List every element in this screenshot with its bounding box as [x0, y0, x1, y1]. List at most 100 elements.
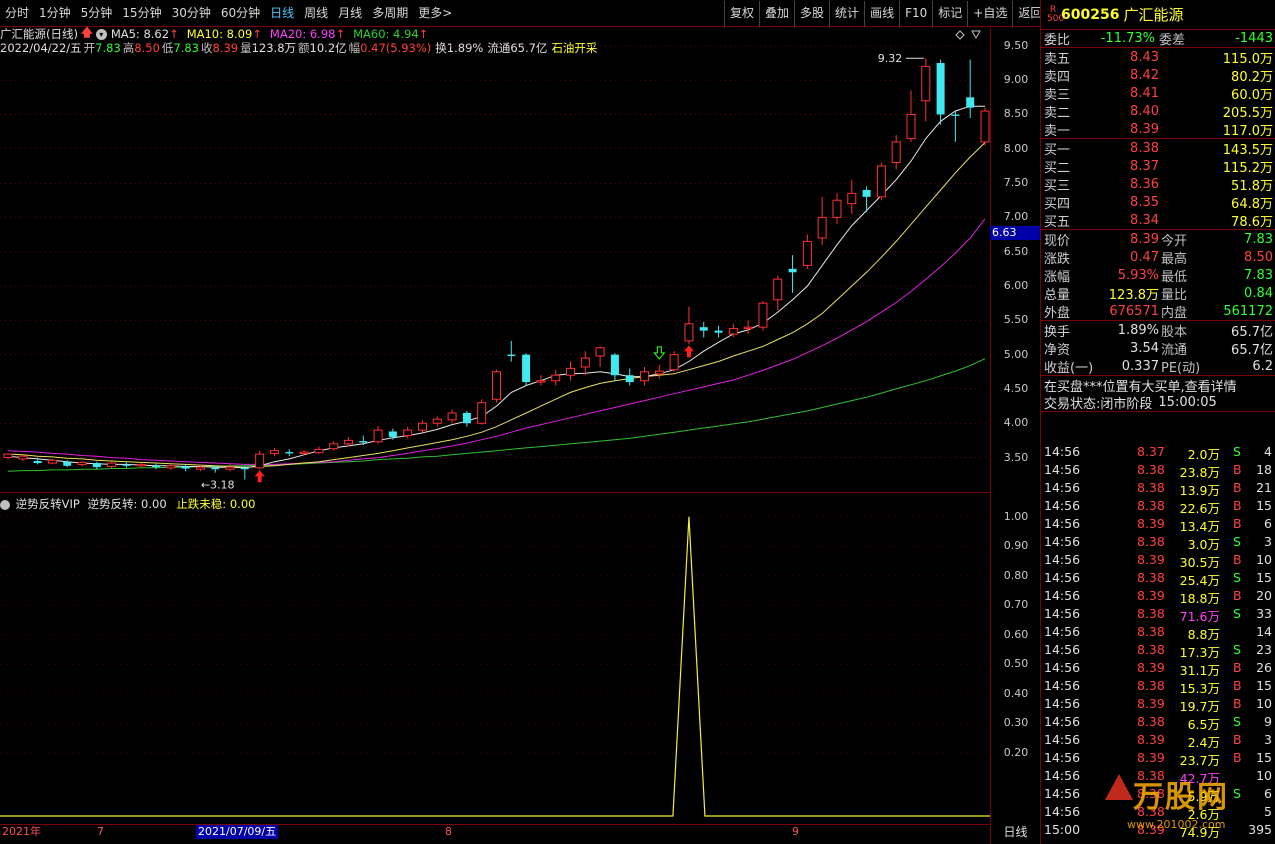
- candle[interactable]: [462, 410, 471, 427]
- period-tab-4[interactable]: 30分钟: [167, 0, 216, 27]
- ask-label: 卖三: [1044, 87, 1071, 103]
- toolbar-action-4[interactable]: 画线: [864, 1, 899, 27]
- candle[interactable]: [847, 179, 857, 214]
- candle[interactable]: [610, 353, 619, 381]
- toolbar-action-0[interactable]: 复权: [724, 1, 759, 27]
- toolbar-action-1[interactable]: 叠加: [759, 1, 794, 27]
- candle[interactable]: [403, 426, 413, 439]
- toolbar-action-6[interactable]: 标记: [932, 1, 967, 27]
- candle[interactable]: [951, 111, 960, 142]
- candle[interactable]: [285, 449, 294, 457]
- candle[interactable]: [373, 425, 383, 444]
- period-tab-5[interactable]: 60分钟: [216, 0, 265, 27]
- period-tab-3[interactable]: 15分钟: [117, 0, 166, 27]
- candle[interactable]: [758, 301, 768, 331]
- candle[interactable]: [240, 465, 249, 480]
- candle[interactable]: [3, 453, 13, 460]
- bid-row[interactable]: 买二 8.37 115.2万: [1041, 157, 1275, 176]
- candle[interactable]: [299, 450, 309, 456]
- candle[interactable]: [980, 107, 990, 146]
- candle[interactable]: [802, 234, 812, 269]
- tick-time: 14:56: [1044, 696, 1081, 711]
- candle[interactable]: [477, 399, 487, 425]
- candle[interactable]: [92, 461, 101, 470]
- candle[interactable]: [507, 340, 516, 362]
- indicator-chart[interactable]: [0, 494, 990, 824]
- candle[interactable]: [269, 447, 279, 457]
- bid-row[interactable]: 买三 8.36 51.8万: [1041, 175, 1275, 194]
- candle[interactable]: [817, 196, 827, 245]
- triangle-icon[interactable]: [971, 30, 981, 40]
- ask-row[interactable]: 卖一 8.39 117.0万: [1041, 120, 1275, 139]
- candle[interactable]: [152, 463, 161, 470]
- candle[interactable]: [166, 463, 176, 470]
- diamond-icon[interactable]: [955, 30, 965, 40]
- candle[interactable]: [906, 90, 916, 142]
- toolbar-action-5[interactable]: F10: [899, 1, 932, 27]
- candle[interactable]: [136, 463, 146, 468]
- notice-row[interactable]: 在买盘***位置有大买单,查看详情: [1041, 376, 1275, 395]
- ask-row[interactable]: 卖四 8.42 80.2万: [1041, 66, 1275, 85]
- tick-time: 14:56: [1044, 624, 1081, 639]
- candle[interactable]: [743, 320, 753, 335]
- candle[interactable]: [936, 59, 945, 125]
- candle[interactable]: [714, 325, 723, 338]
- candle[interactable]: [595, 346, 605, 367]
- candle[interactable]: [832, 193, 842, 225]
- tick-count: 15: [1256, 750, 1272, 765]
- candle[interactable]: [640, 366, 650, 386]
- bid-row[interactable]: 买一 8.38 143.5万: [1041, 139, 1275, 158]
- candle[interactable]: [77, 460, 87, 467]
- ask-row[interactable]: 卖三 8.41 60.0万: [1041, 84, 1275, 103]
- bid-row[interactable]: 买五 8.34 78.6万: [1041, 211, 1275, 230]
- candle[interactable]: [654, 364, 664, 379]
- candle[interactable]: [625, 368, 634, 386]
- candle[interactable]: [921, 58, 931, 122]
- period-tab-7[interactable]: 周线: [299, 0, 333, 27]
- candle[interactable]: [876, 162, 886, 201]
- toolbar-action-3[interactable]: 统计: [829, 1, 864, 27]
- bid-row[interactable]: 买四 8.35 64.8万: [1041, 193, 1275, 212]
- candle[interactable]: [522, 353, 531, 386]
- candle[interactable]: [788, 255, 797, 293]
- candle[interactable]: [891, 135, 901, 170]
- candle[interactable]: [447, 409, 457, 424]
- candle[interactable]: [966, 59, 975, 118]
- toolbar-action-2[interactable]: 多股: [794, 1, 829, 27]
- period-tab-2[interactable]: 5分钟: [76, 0, 118, 27]
- notice-text[interactable]: 在买盘***位置有大买单,查看详情: [1041, 376, 1237, 395]
- candle[interactable]: [255, 450, 265, 470]
- candle[interactable]: [684, 306, 694, 345]
- candle[interactable]: [551, 369, 561, 386]
- period-tab-9[interactable]: 多周期: [367, 0, 413, 27]
- period-tab-6[interactable]: 日线: [265, 0, 299, 27]
- candlestick-chart[interactable]: 9.32 ←3.18: [0, 27, 990, 493]
- period-tab-8[interactable]: 月线: [333, 0, 367, 27]
- period-tab-0[interactable]: 分时: [0, 0, 34, 27]
- candle[interactable]: [181, 464, 190, 472]
- candle[interactable]: [432, 416, 442, 427]
- candle[interactable]: [669, 351, 679, 372]
- candle[interactable]: [699, 321, 708, 338]
- candle[interactable]: [314, 446, 324, 455]
- candle[interactable]: [417, 420, 427, 433]
- candle[interactable]: [536, 375, 546, 386]
- candle[interactable]: [492, 369, 501, 403]
- period-tab-1[interactable]: 1分钟: [34, 0, 76, 27]
- stat-value: 561172: [1223, 303, 1273, 319]
- candle[interactable]: [329, 441, 339, 451]
- candle[interactable]: [580, 351, 590, 376]
- candle[interactable]: [122, 462, 131, 468]
- price-tick: 9.00: [1003, 73, 1029, 87]
- candle[interactable]: [107, 461, 117, 468]
- ask-row[interactable]: 卖五 8.43 115.0万: [1041, 48, 1275, 67]
- period-button[interactable]: 日线: [990, 824, 1040, 844]
- candle[interactable]: [18, 454, 28, 461]
- ask-row[interactable]: 卖二 8.40 205.5万: [1041, 102, 1275, 121]
- toolbar-action-7[interactable]: +自选: [967, 1, 1012, 27]
- bid-price: 8.36: [1130, 176, 1159, 192]
- candle[interactable]: [566, 361, 576, 381]
- stat-value: 8.50: [1244, 249, 1273, 265]
- candle[interactable]: [773, 275, 783, 311]
- period-tab-10[interactable]: 更多>: [413, 0, 457, 27]
